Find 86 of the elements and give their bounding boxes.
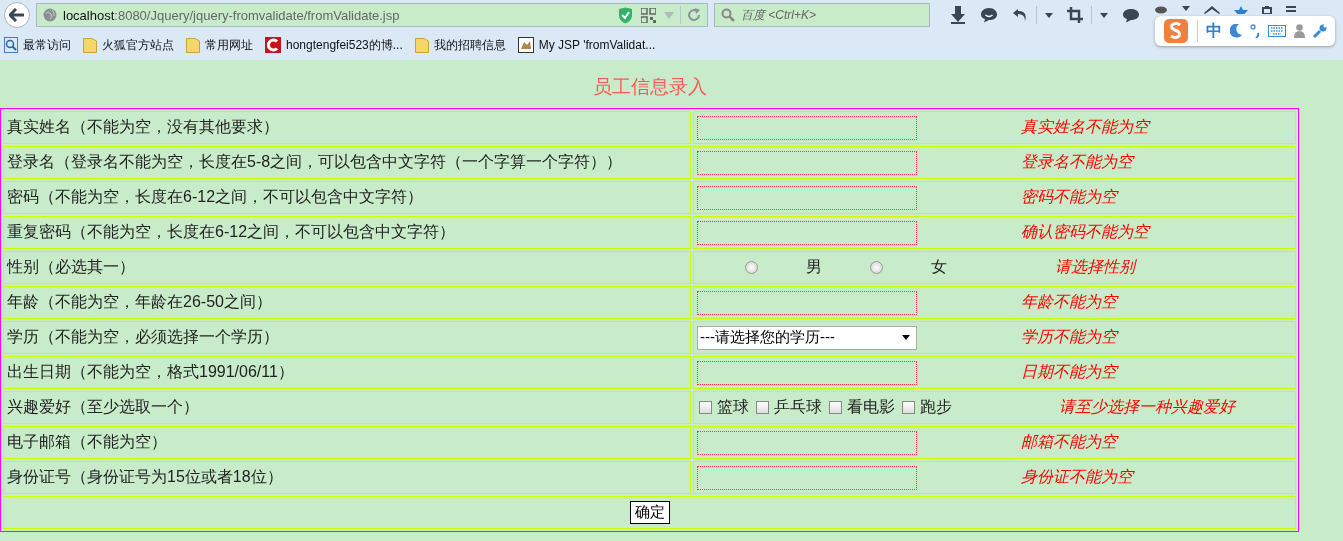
error-message: 身份证不能为空	[1021, 467, 1133, 487]
field-label: 年龄（不能为空，年龄在26-50之间）	[3, 286, 691, 319]
bookmark-label[interactable]: 最常访问	[23, 36, 71, 54]
undo-icon[interactable]	[1012, 8, 1028, 22]
wrench-icon[interactable]	[1313, 24, 1327, 38]
error-message: 年龄不能为空	[1021, 292, 1117, 312]
radio-button[interactable]	[870, 261, 883, 274]
qr-code-icon[interactable]	[641, 7, 656, 23]
user-icon[interactable]	[1294, 24, 1305, 38]
input-mode-toggle[interactable]: 中	[1206, 20, 1222, 42]
field-label: 重复密码（不能为空，长度在6-12之间，不可以包含中文字符）	[3, 216, 691, 249]
address-bar[interactable]: localhost:8080/Jquery/jquery-fromvalidate/fromValidate.jsp	[36, 3, 708, 27]
menu-icon[interactable]	[1286, 6, 1296, 12]
image-icon	[517, 37, 534, 53]
error-message: 日期不能为空	[1021, 362, 1117, 382]
reload-icon[interactable]	[687, 8, 701, 22]
field-label: 兴趣爱好（至少选取一个）	[3, 391, 691, 424]
bookmark-label[interactable]: 常用网址	[205, 36, 253, 54]
moon-icon[interactable]	[1230, 24, 1242, 38]
input-field[interactable]	[697, 430, 917, 455]
error-message: 邮箱不能为空	[1021, 432, 1117, 452]
search-field[interactable]: 百度 <Ctrl+K>	[714, 3, 930, 27]
input-field[interactable]	[697, 465, 917, 490]
input-method-logo-icon[interactable]	[1163, 18, 1189, 44]
checkbox-label: 看电影	[847, 397, 895, 417]
folder-icon	[414, 37, 429, 53]
magnifier-page-icon	[4, 37, 18, 53]
back-button[interactable]	[4, 2, 30, 28]
error-message: 密码不能为空	[1021, 187, 1117, 207]
error-message: 登录名不能为空	[1021, 152, 1133, 172]
caret-icon	[902, 335, 910, 340]
field-label: 性别（必选其一）	[3, 251, 691, 284]
clipboard-icon[interactable]	[1262, 6, 1272, 14]
field-label: 真实姓名（不能为空，没有其他要求）	[3, 111, 691, 144]
download-icon[interactable]	[950, 6, 966, 24]
checkbox[interactable]	[829, 401, 842, 414]
radio-label: 男	[806, 257, 822, 277]
search-icon	[721, 8, 735, 22]
bookmark-label[interactable]: 我的招聘信息	[433, 36, 506, 54]
input-field[interactable]	[697, 115, 917, 140]
site-logo-icon	[265, 37, 281, 53]
chat-icon[interactable]	[980, 7, 998, 23]
field-label: 学历（不能为空，必须选择一个学历）	[3, 321, 691, 354]
field-label: 电子邮箱（不能为空）	[3, 426, 691, 459]
field-label: 身份证号（身份证号为15位或者18位）	[3, 461, 691, 494]
checkbox[interactable]	[699, 401, 712, 414]
error-message: 请至少选择一种兴趣爱好	[1059, 397, 1235, 417]
search-placeholder: 百度 <Ctrl+K>	[741, 6, 817, 24]
punctuation-icon[interactable]	[1250, 24, 1260, 38]
field-label: 密码（不能为空，长度在6-12之间，不可以包含中文字符）	[3, 181, 691, 214]
checkbox-label: 乒乓球	[774, 397, 822, 417]
checkbox[interactable]	[756, 401, 769, 414]
bookmark-label[interactable]: hongtengfei523的博...	[286, 36, 403, 54]
checkbox-label: 跑步	[920, 397, 952, 417]
select-dropdown[interactable]: ---请选择您的学历---	[697, 325, 917, 350]
checkbox[interactable]	[902, 401, 915, 414]
field-label: 登录名（登录名不能为空，长度在5-8之间，可以包含中文字符（一个字算一个字符））	[3, 146, 691, 179]
input-field[interactable]	[697, 185, 917, 210]
bookmark-label[interactable]: My JSP 'fromValidat...	[538, 38, 656, 52]
checkbox-label: 篮球	[717, 397, 749, 417]
error-message: 请选择性别	[1055, 257, 1135, 277]
input-field[interactable]	[697, 150, 917, 175]
folder-icon	[186, 37, 200, 53]
input-field[interactable]	[697, 220, 917, 245]
radio-button[interactable]	[745, 261, 758, 274]
error-message: 真实姓名不能为空	[1021, 117, 1149, 137]
url-text: localhost:8080/Jquery/jquery-fromvalidate/fromValidate.jsp	[63, 7, 401, 23]
globe-icon	[43, 8, 57, 22]
field-label: 出生日期（不能为空，格式1991/06/11）	[3, 356, 691, 389]
radio-label: 女	[931, 257, 947, 277]
input-field[interactable]	[697, 290, 917, 315]
bookmark-label[interactable]: 火狐官方站点	[102, 36, 174, 54]
crop-icon[interactable]	[1067, 7, 1083, 23]
speech-bubble-icon[interactable]	[1122, 7, 1140, 23]
shield-icon[interactable]	[618, 6, 633, 24]
error-message: 学历不能为空	[1021, 327, 1117, 347]
folder-icon	[83, 37, 97, 53]
input-field[interactable]	[697, 360, 917, 385]
back-arrow-icon	[9, 8, 25, 22]
caret-icon[interactable]	[1100, 12, 1108, 18]
page-title: 员工信息录入	[592, 75, 708, 99]
error-message: 确认密码不能为空	[1021, 222, 1149, 242]
submit-button[interactable]: 确定	[629, 501, 670, 524]
keyboard-icon[interactable]	[1268, 25, 1286, 37]
caret-icon[interactable]	[1182, 6, 1190, 11]
caret-icon[interactable]	[1045, 12, 1053, 18]
